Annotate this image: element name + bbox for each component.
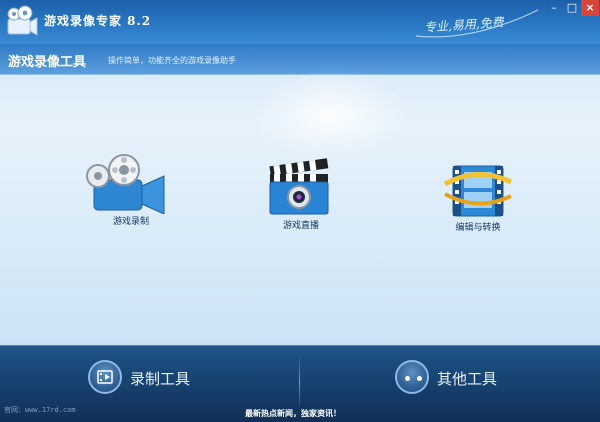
section-title: 游戏录像工具 xyxy=(8,55,87,70)
other-tools-label: 其他工具 xyxy=(437,370,498,388)
feature-label: 游戏直播 xyxy=(282,221,319,231)
feature-game-record[interactable]: 游戏录制 xyxy=(76,154,186,244)
other-tools-button[interactable]: 其他工具 xyxy=(395,356,525,400)
minimize-button[interactable]: – xyxy=(545,0,563,16)
toolbar-divider xyxy=(299,354,300,410)
record-tools-label: 录制工具 xyxy=(130,370,191,388)
background-glow xyxy=(250,70,410,160)
more-dots-icon xyxy=(395,360,429,394)
close-button[interactable]: × xyxy=(581,0,599,16)
feature-game-live[interactable]: 游戏直播 xyxy=(246,158,356,248)
film-edit-icon xyxy=(443,165,513,217)
feature-label: 编辑与转换 xyxy=(455,223,501,233)
record-tools-icon xyxy=(88,360,122,394)
website-link[interactable]: 官网：www.17rd.com xyxy=(4,405,76,415)
section-description: 操作简单，功能齐全的游戏录像助手 xyxy=(108,56,236,65)
video-camera-icon xyxy=(86,154,165,214)
app-window: 游戏录像专家 8.2 专业,易用,免费 – □ × 游戏录像工具 操作简单，功能… xyxy=(0,0,600,422)
news-ticker[interactable]: 最新热点新闻，独家资讯！ xyxy=(245,408,341,419)
app-logo-icon xyxy=(7,5,38,36)
app-title: 游戏录像专家 8.2 xyxy=(44,14,152,28)
record-tools-button[interactable]: 录制工具 xyxy=(88,356,218,400)
feature-edit-convert[interactable]: 编辑与转换 xyxy=(423,160,533,250)
title-bar[interactable]: 游戏录像专家 8.2 专业,易用,免费 – □ × xyxy=(0,0,600,44)
clapperboard-icon xyxy=(269,158,329,215)
feature-label: 游戏录制 xyxy=(112,217,149,227)
maximize-button[interactable]: □ xyxy=(563,0,581,16)
